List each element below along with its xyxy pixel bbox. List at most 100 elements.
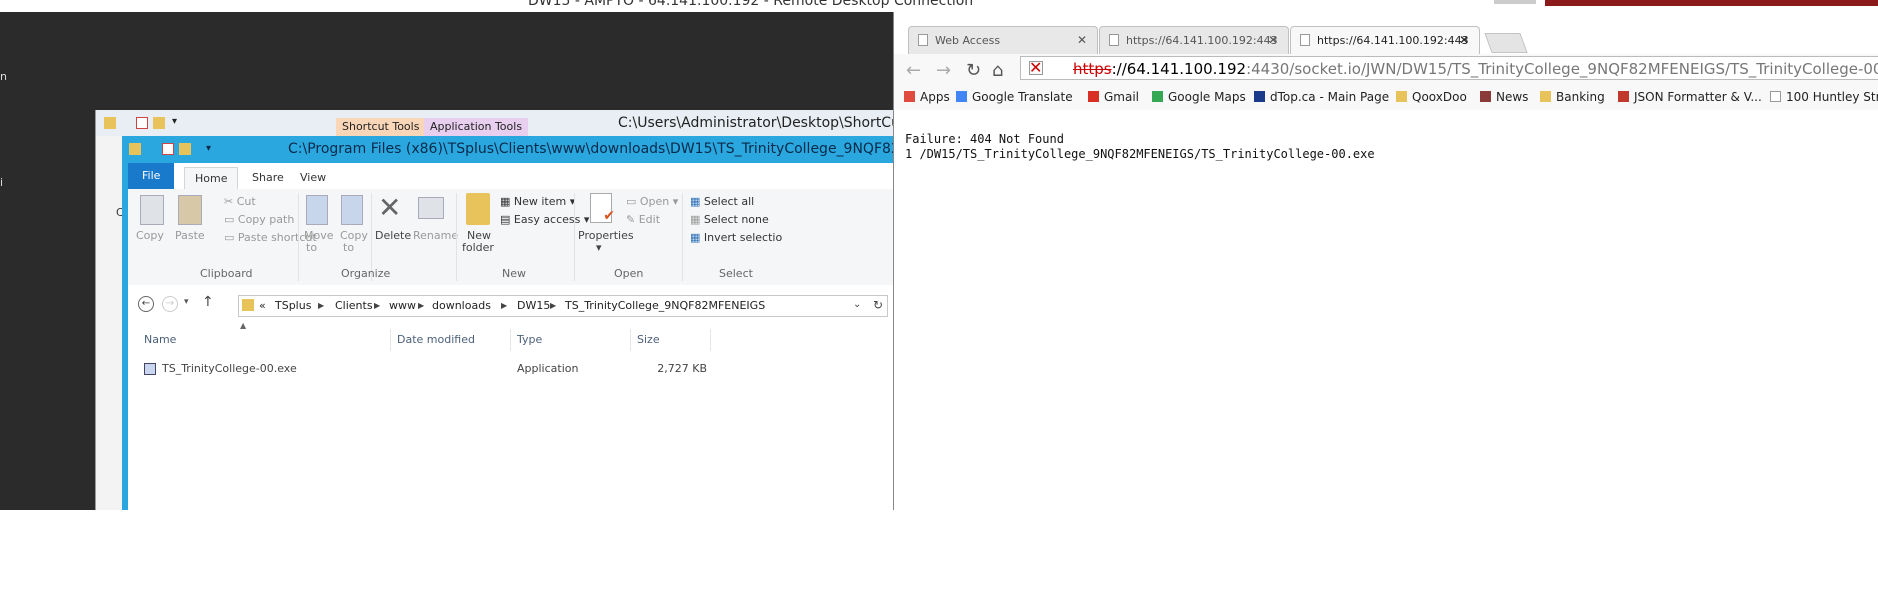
paste-button[interactable]: Paste	[175, 229, 205, 242]
context-tab-shortcut-tools[interactable]: Shortcut Tools	[336, 118, 426, 136]
reload-icon[interactable]: ↻	[966, 60, 981, 81]
copy-to-icon[interactable]	[341, 195, 363, 225]
select-none-icon: ▦	[690, 213, 704, 226]
refresh-icon[interactable]: ↻	[873, 298, 883, 312]
chevron-down-icon[interactable]: ▾	[206, 143, 211, 154]
ribbon-separator	[682, 193, 683, 281]
bookmark-json-formatter[interactable]: JSON Formatter & V...	[1618, 90, 1762, 104]
breadcrumb-item[interactable]: DW15	[517, 299, 550, 312]
tab-view[interactable]: View	[290, 167, 336, 189]
tab-file[interactable]: File	[128, 163, 175, 189]
rename-icon[interactable]	[418, 197, 444, 219]
breadcrumb-item[interactable]: TS_TrinityCollege_9NQF82MFENEIGS	[565, 299, 765, 312]
explorer-titlebar[interactable]: ▾ C:\Program Files (x86)\TSplus\Clients\…	[122, 136, 912, 163]
new-item-icon: ▦	[500, 195, 514, 208]
browser-window[interactable]: Web Access ✕ https://64.141.100.192:443 …	[893, 12, 1878, 510]
breadcrumb-chevron-icon[interactable]: ▶	[374, 301, 380, 310]
breadcrumb-item[interactable]: Clients	[335, 299, 373, 312]
ribbon: Copy Paste ✂ Cut ▭ Copy path ▭ Paste sho…	[128, 189, 893, 286]
column-header-date-modified[interactable]: Date modified	[391, 329, 511, 351]
invert-selection-button[interactable]: ▦ Invert selectio	[690, 231, 782, 244]
address-bar[interactable]: « TSplus ▶ Clients ▶ www ▶ downloads ▶ D…	[238, 295, 888, 317]
address-bar[interactable]: ✕ https://64.141.100.192:4430/socket.io/…	[1020, 56, 1878, 80]
bookmark-qooxdoo[interactable]: QooxDoo	[1396, 90, 1467, 104]
forward-arrow-icon[interactable]: →	[162, 296, 178, 312]
context-tab-application-tools[interactable]: Application Tools	[424, 118, 529, 136]
close-tab-icon[interactable]: ✕	[1459, 33, 1469, 47]
up-arrow-icon[interactable]: ↑	[202, 294, 214, 310]
breadcrumb-chevron-icon[interactable]: ▶	[501, 301, 507, 310]
move-to-icon[interactable]	[306, 195, 328, 225]
new-folder-icon[interactable]	[153, 117, 165, 129]
group-label-organize: Organize	[341, 267, 391, 280]
properties-button[interactable]: Properties	[578, 229, 634, 242]
chevron-down-icon[interactable]: ▾	[172, 116, 177, 127]
new-tab-button[interactable]	[1484, 33, 1528, 53]
bookmark-apps[interactable]: Apps	[904, 90, 950, 104]
paste-icon[interactable]	[178, 195, 202, 225]
address-dropdown-chevron-icon[interactable]: ⌄	[853, 299, 861, 310]
breadcrumb-chevron-icon[interactable]: ▶	[550, 301, 556, 310]
browser-tab[interactable]: Web Access ✕	[908, 26, 1098, 54]
close-tab-icon[interactable]: ✕	[1077, 33, 1087, 47]
properties-icon[interactable]: ✔	[590, 193, 615, 224]
table-row[interactable]: TS_TrinityCollege-00.exe Application 2,7…	[138, 357, 711, 381]
copy-path-button[interactable]: ▭ Copy path	[224, 213, 294, 226]
delete-button[interactable]: Delete	[375, 229, 411, 242]
bookmark-100-huntley[interactable]: 100 Huntley Stree	[1770, 90, 1878, 104]
back-arrow-icon[interactable]: ←	[906, 60, 921, 81]
doc-icon	[1770, 91, 1781, 102]
delete-icon[interactable]: ✕	[378, 193, 401, 223]
browser-tab[interactable]: https://64.141.100.192:443 ✕	[1099, 26, 1289, 54]
column-header-name[interactable]: Name	[138, 329, 391, 351]
easy-access-button[interactable]: ▤ Easy access ▾	[500, 213, 589, 226]
url-text[interactable]: https://64.141.100.192:4430/socket.io/JW…	[1073, 60, 1878, 78]
security-warning-icon[interactable]: ✕	[1029, 58, 1042, 77]
explorer-back-titlebar[interactable]: ▾ Shortcut Tools Application Tools C:\Us…	[96, 110, 905, 136]
breadcrumb-item[interactable]: www	[389, 299, 416, 312]
column-header-size[interactable]: Size	[631, 329, 711, 351]
breadcrumb-item[interactable]: TSplus	[275, 299, 311, 312]
tab-share[interactable]: Share	[242, 167, 294, 189]
properties-icon[interactable]	[136, 117, 148, 129]
explorer-window[interactable]: ▾ C:\Program Files (x86)\TSplus\Clients\…	[122, 136, 912, 510]
select-all-button[interactable]: ▦ Select all	[690, 195, 754, 208]
bookmark-google-translate[interactable]: Google Translate	[956, 90, 1073, 104]
bookmark-news[interactable]: News	[1480, 90, 1528, 104]
news-icon	[1480, 91, 1491, 102]
cut-button[interactable]: ✂ Cut	[224, 195, 256, 208]
bookmark-banking[interactable]: Banking	[1540, 90, 1605, 104]
home-icon[interactable]: ⌂	[992, 60, 1003, 81]
breadcrumb-overflow[interactable]: «	[259, 299, 266, 312]
browser-toolbar: ← → ↻ ⌂ ✕ https://64.141.100.192:4430/so…	[894, 54, 1878, 84]
rename-button[interactable]: Rename	[413, 229, 458, 242]
titlebar-gray-block	[1494, 0, 1536, 4]
select-none-button[interactable]: ▦ Select none	[690, 213, 769, 226]
open-button[interactable]: ▭ Open ▾	[626, 195, 678, 208]
edit-button[interactable]: ✎ Edit	[626, 213, 660, 226]
error-message: Failure: 404 Not Found	[905, 132, 1064, 146]
properties-icon[interactable]	[162, 143, 174, 155]
copy-button[interactable]: Copy	[136, 229, 164, 242]
file-type: Application	[517, 362, 579, 375]
browser-tab-active[interactable]: https://64.141.100.192:443 ✕	[1290, 26, 1480, 54]
bookmark-dtop[interactable]: dTop.ca - Main Page	[1254, 90, 1389, 104]
tab-home[interactable]: Home	[184, 167, 239, 190]
forward-arrow-icon[interactable]: →	[936, 60, 951, 81]
paste-shortcut-button[interactable]: ▭ Paste shortcut	[224, 231, 317, 244]
bookmark-gmail[interactable]: Gmail	[1088, 90, 1139, 104]
back-arrow-icon[interactable]: ←	[138, 296, 154, 312]
breadcrumb-item[interactable]: downloads	[432, 299, 491, 312]
breadcrumb-chevron-icon[interactable]: ▶	[418, 301, 424, 310]
chevron-down-icon[interactable]: ▾	[596, 241, 602, 254]
breadcrumb-chevron-icon[interactable]: ▶	[318, 301, 324, 310]
bookmark-google-maps[interactable]: Google Maps	[1152, 90, 1246, 104]
column-header-type[interactable]: Type	[511, 329, 631, 351]
new-item-button[interactable]: ▦ New item ▾	[500, 195, 575, 208]
close-tab-icon[interactable]: ✕	[1268, 33, 1278, 47]
copy-icon[interactable]	[140, 195, 164, 225]
recent-locations-chevron-icon[interactable]: ▾	[184, 297, 189, 307]
new-folder-icon[interactable]	[179, 143, 191, 155]
remote-desktop-titlebar: DW15 - AMPTO - 64.141.100.192 - Remote D…	[0, 0, 1878, 12]
new-folder-icon[interactable]	[466, 193, 490, 225]
